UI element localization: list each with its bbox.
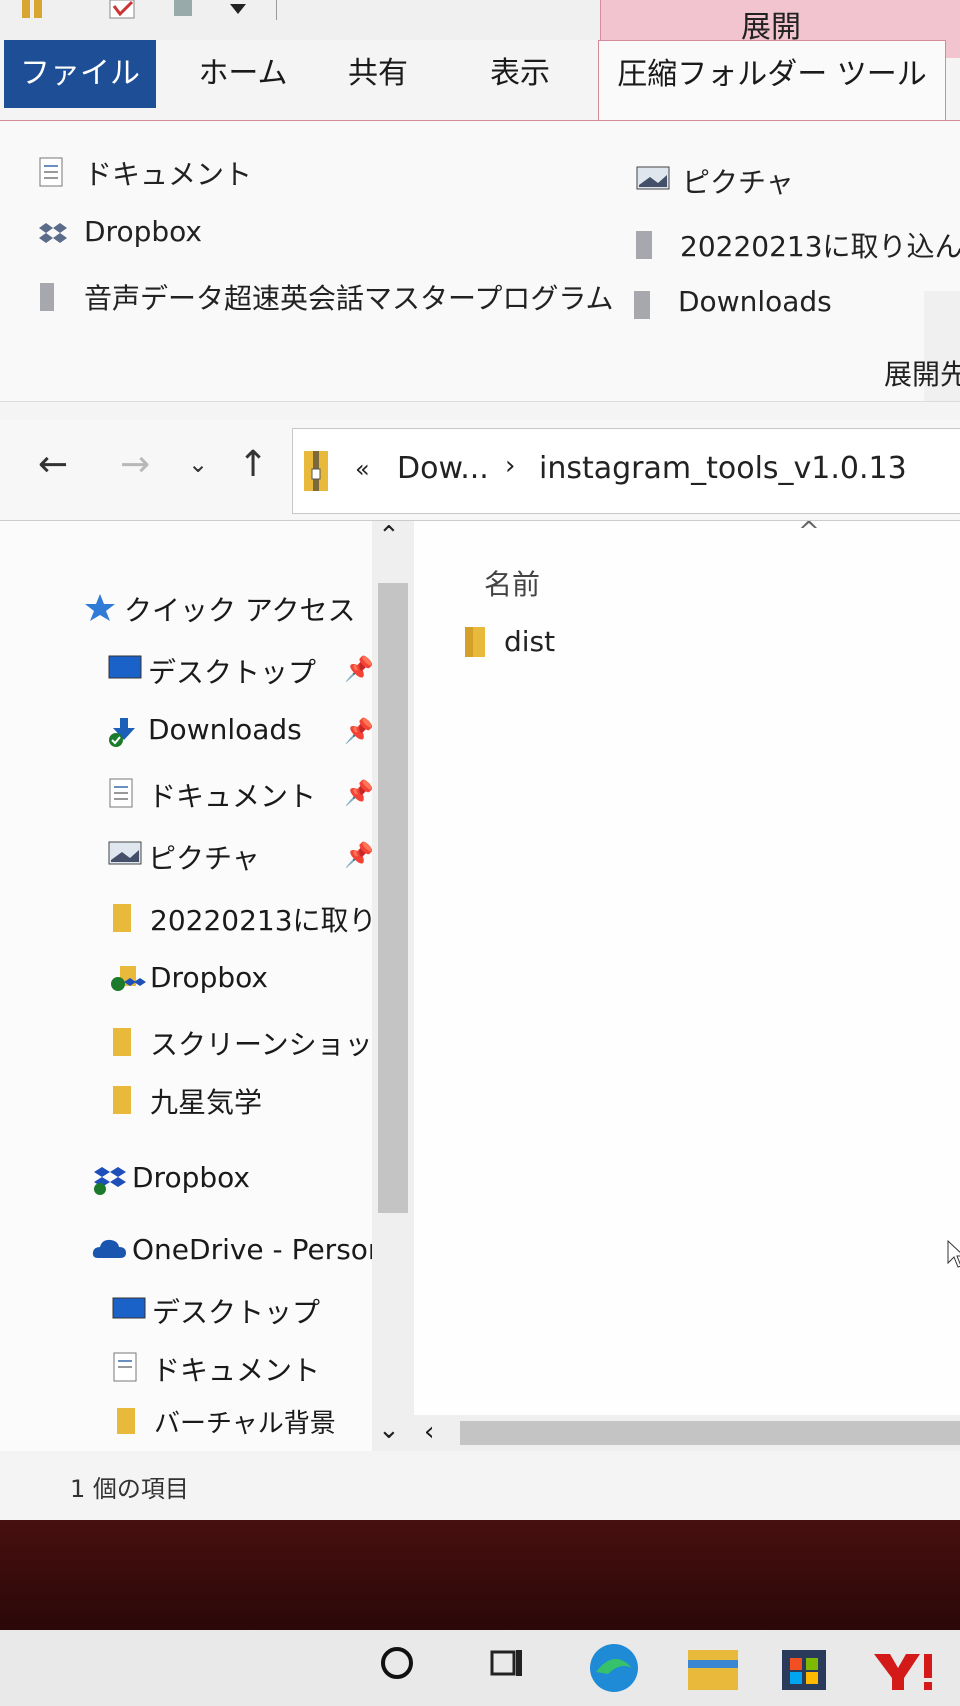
navigation-pane: クイック アクセス デスクトップ 📌 Downloads 📌 ドキュメント 📌 … xyxy=(20,521,405,1451)
extract-target-audio-folder[interactable]: 音声データ超速英会話マスタープログラム xyxy=(40,277,613,317)
back-button[interactable]: ← xyxy=(38,444,68,485)
chevron-up-icon[interactable]: ⌃ xyxy=(378,521,400,551)
sidebar-item-desktop[interactable]: デスクトップ xyxy=(108,651,316,691)
forward-button[interactable]: → xyxy=(120,444,150,485)
column-header-name[interactable]: 名前 xyxy=(484,563,540,603)
pin-icon: 📌 xyxy=(344,841,374,869)
new-folder-icon[interactable] xyxy=(172,0,196,20)
tab-view[interactable]: 表示 xyxy=(458,40,582,108)
pictures-icon xyxy=(108,841,142,865)
sidebar-onedrive-desktop[interactable]: デスクトップ xyxy=(112,1291,320,1331)
tab-file[interactable]: ファイル xyxy=(4,40,156,108)
file-list-pane: ^ 名前 dist xyxy=(414,517,960,1451)
star-icon xyxy=(85,594,115,621)
arrow-up-icon: ↑ xyxy=(238,444,269,485)
desktop-icon xyxy=(112,1297,146,1319)
navigation-pane-scrollbar[interactable]: ⌃ ⌄ xyxy=(372,521,414,1451)
customize-quick-access-icon[interactable] xyxy=(228,0,248,20)
sort-ascending-icon: ^ xyxy=(798,517,820,547)
properties-icon[interactable] xyxy=(20,0,54,20)
up-button[interactable]: ↑ xyxy=(238,444,268,485)
taskbar xyxy=(0,1630,960,1706)
file-explorer-window: 展開 ファイル ホーム 共有 表示 圧縮フォルダー ツール ドキュメント Dro… xyxy=(0,0,960,1520)
folder-icon xyxy=(634,291,650,319)
pictures-icon xyxy=(636,166,670,190)
ribbon-group-label: 展開先 xyxy=(884,358,960,391)
search-circle-icon[interactable] xyxy=(374,1640,420,1686)
sidebar-item-kyusei[interactable]: 九星気学 xyxy=(113,1081,262,1121)
file-list-horizontal-scrollbar[interactable]: ‹ xyxy=(414,1415,960,1451)
title-separator xyxy=(276,0,277,20)
checkbox-icon[interactable] xyxy=(108,0,138,20)
breadcrumb-downloads[interactable]: Dow... xyxy=(397,451,489,486)
sidebar-item-screenshots[interactable]: スクリーンショット xyxy=(113,1023,401,1063)
dropbox-icon xyxy=(94,1167,126,1195)
tab-home[interactable]: ホーム xyxy=(178,40,308,108)
sidebar-item-documents[interactable]: ドキュメント xyxy=(109,775,316,815)
status-bar: 1 個の項目 xyxy=(0,1451,960,1520)
folder-icon xyxy=(113,904,131,932)
scrollbar-thumb[interactable] xyxy=(378,583,408,1213)
document-icon xyxy=(113,1352,137,1382)
ribbon-panel: ドキュメント Dropbox 音声データ超速英会話マスタープログラム ピクチャ … xyxy=(0,120,960,402)
horizontal-scrollbar-thumb[interactable] xyxy=(460,1421,960,1445)
address-bar[interactable]: « Dow... › instagram_tools_v1.0.13 xyxy=(292,428,960,514)
sidebar-onedrive-documents[interactable]: ドキュメント xyxy=(113,1349,320,1389)
document-icon xyxy=(39,157,63,187)
chevron-right-icon: › xyxy=(505,451,516,481)
file-explorer-icon[interactable] xyxy=(684,1640,742,1696)
mouse-cursor-icon xyxy=(947,1239,960,1268)
sidebar-quick-access[interactable]: クイック アクセス xyxy=(85,589,356,629)
folder-icon xyxy=(113,1086,131,1114)
dropbox-icon xyxy=(39,223,67,243)
folder-icon xyxy=(117,1408,135,1434)
breadcrumb-overflow[interactable]: « xyxy=(355,455,370,483)
sidebar-item-downloads[interactable]: Downloads xyxy=(109,713,302,747)
extract-target-pictures[interactable]: ピクチャ xyxy=(636,161,794,201)
tab-share[interactable]: 共有 xyxy=(318,40,438,108)
onedrive-cloud-icon xyxy=(92,1239,126,1258)
ribbon-tabs: ファイル ホーム 共有 表示 圧縮フォルダー ツール xyxy=(0,40,960,121)
chevron-down-icon: ⌄ xyxy=(188,450,209,478)
chevron-down-icon[interactable]: ⌄ xyxy=(378,1415,400,1445)
sidebar-onedrive-virtual-bg[interactable]: バーチャル背景 xyxy=(117,1403,336,1440)
breadcrumb-current[interactable]: instagram_tools_v1.0.13 xyxy=(539,451,907,486)
recent-locations-button[interactable]: ⌄ xyxy=(188,450,208,478)
folder-icon xyxy=(113,1028,131,1056)
extract-target-documents[interactable]: ドキュメント xyxy=(39,153,252,193)
yahoo-icon[interactable] xyxy=(868,1640,940,1696)
sidebar-onedrive[interactable]: OneDrive - Person xyxy=(92,1233,386,1266)
document-icon xyxy=(109,778,133,808)
edge-icon[interactable] xyxy=(586,1640,642,1696)
sidebar-item-import-folder[interactable]: 20220213に取り込 xyxy=(113,899,405,939)
extract-target-import-folder[interactable]: 20220213に取り込ん xyxy=(636,225,960,265)
sidebar-item-pictures[interactable]: ピクチャ xyxy=(108,837,260,877)
extract-target-dropbox[interactable]: Dropbox xyxy=(39,215,202,248)
store-icon[interactable] xyxy=(776,1640,832,1696)
desktop-background-bottom xyxy=(0,1510,960,1630)
folder-icon xyxy=(465,627,485,657)
item-count: 1 個の項目 xyxy=(70,1475,189,1503)
arrow-left-icon: ← xyxy=(38,444,69,485)
desktop-icon xyxy=(108,655,142,679)
downloads-icon xyxy=(109,718,135,747)
sidebar-item-dropbox-recent[interactable]: Dropbox xyxy=(111,961,268,994)
pin-icon: 📌 xyxy=(344,717,374,745)
pin-icon: 📌 xyxy=(344,655,374,683)
tab-compressed-folder-tools[interactable]: 圧縮フォルダー ツール xyxy=(598,40,946,121)
arrow-right-icon: → xyxy=(120,444,151,485)
chevron-left-icon[interactable]: ‹ xyxy=(424,1417,434,1447)
file-name: dist xyxy=(504,625,556,658)
navigation-bar: ← → ⌄ ↑ « Dow... › instagram_tools_v1.0.… xyxy=(0,420,960,521)
folder-icon xyxy=(636,231,652,259)
content-area: クイック アクセス デスクトップ 📌 Downloads 📌 ドキュメント 📌 … xyxy=(0,517,960,1451)
dropbox-folder-icon xyxy=(111,966,146,991)
pin-icon: 📌 xyxy=(344,779,374,807)
sidebar-dropbox[interactable]: Dropbox xyxy=(94,1161,250,1195)
extract-target-downloads[interactable]: Downloads xyxy=(634,285,832,319)
folder-icon xyxy=(40,283,54,311)
task-view-icon[interactable] xyxy=(486,1640,532,1686)
zip-folder-icon xyxy=(304,451,328,491)
